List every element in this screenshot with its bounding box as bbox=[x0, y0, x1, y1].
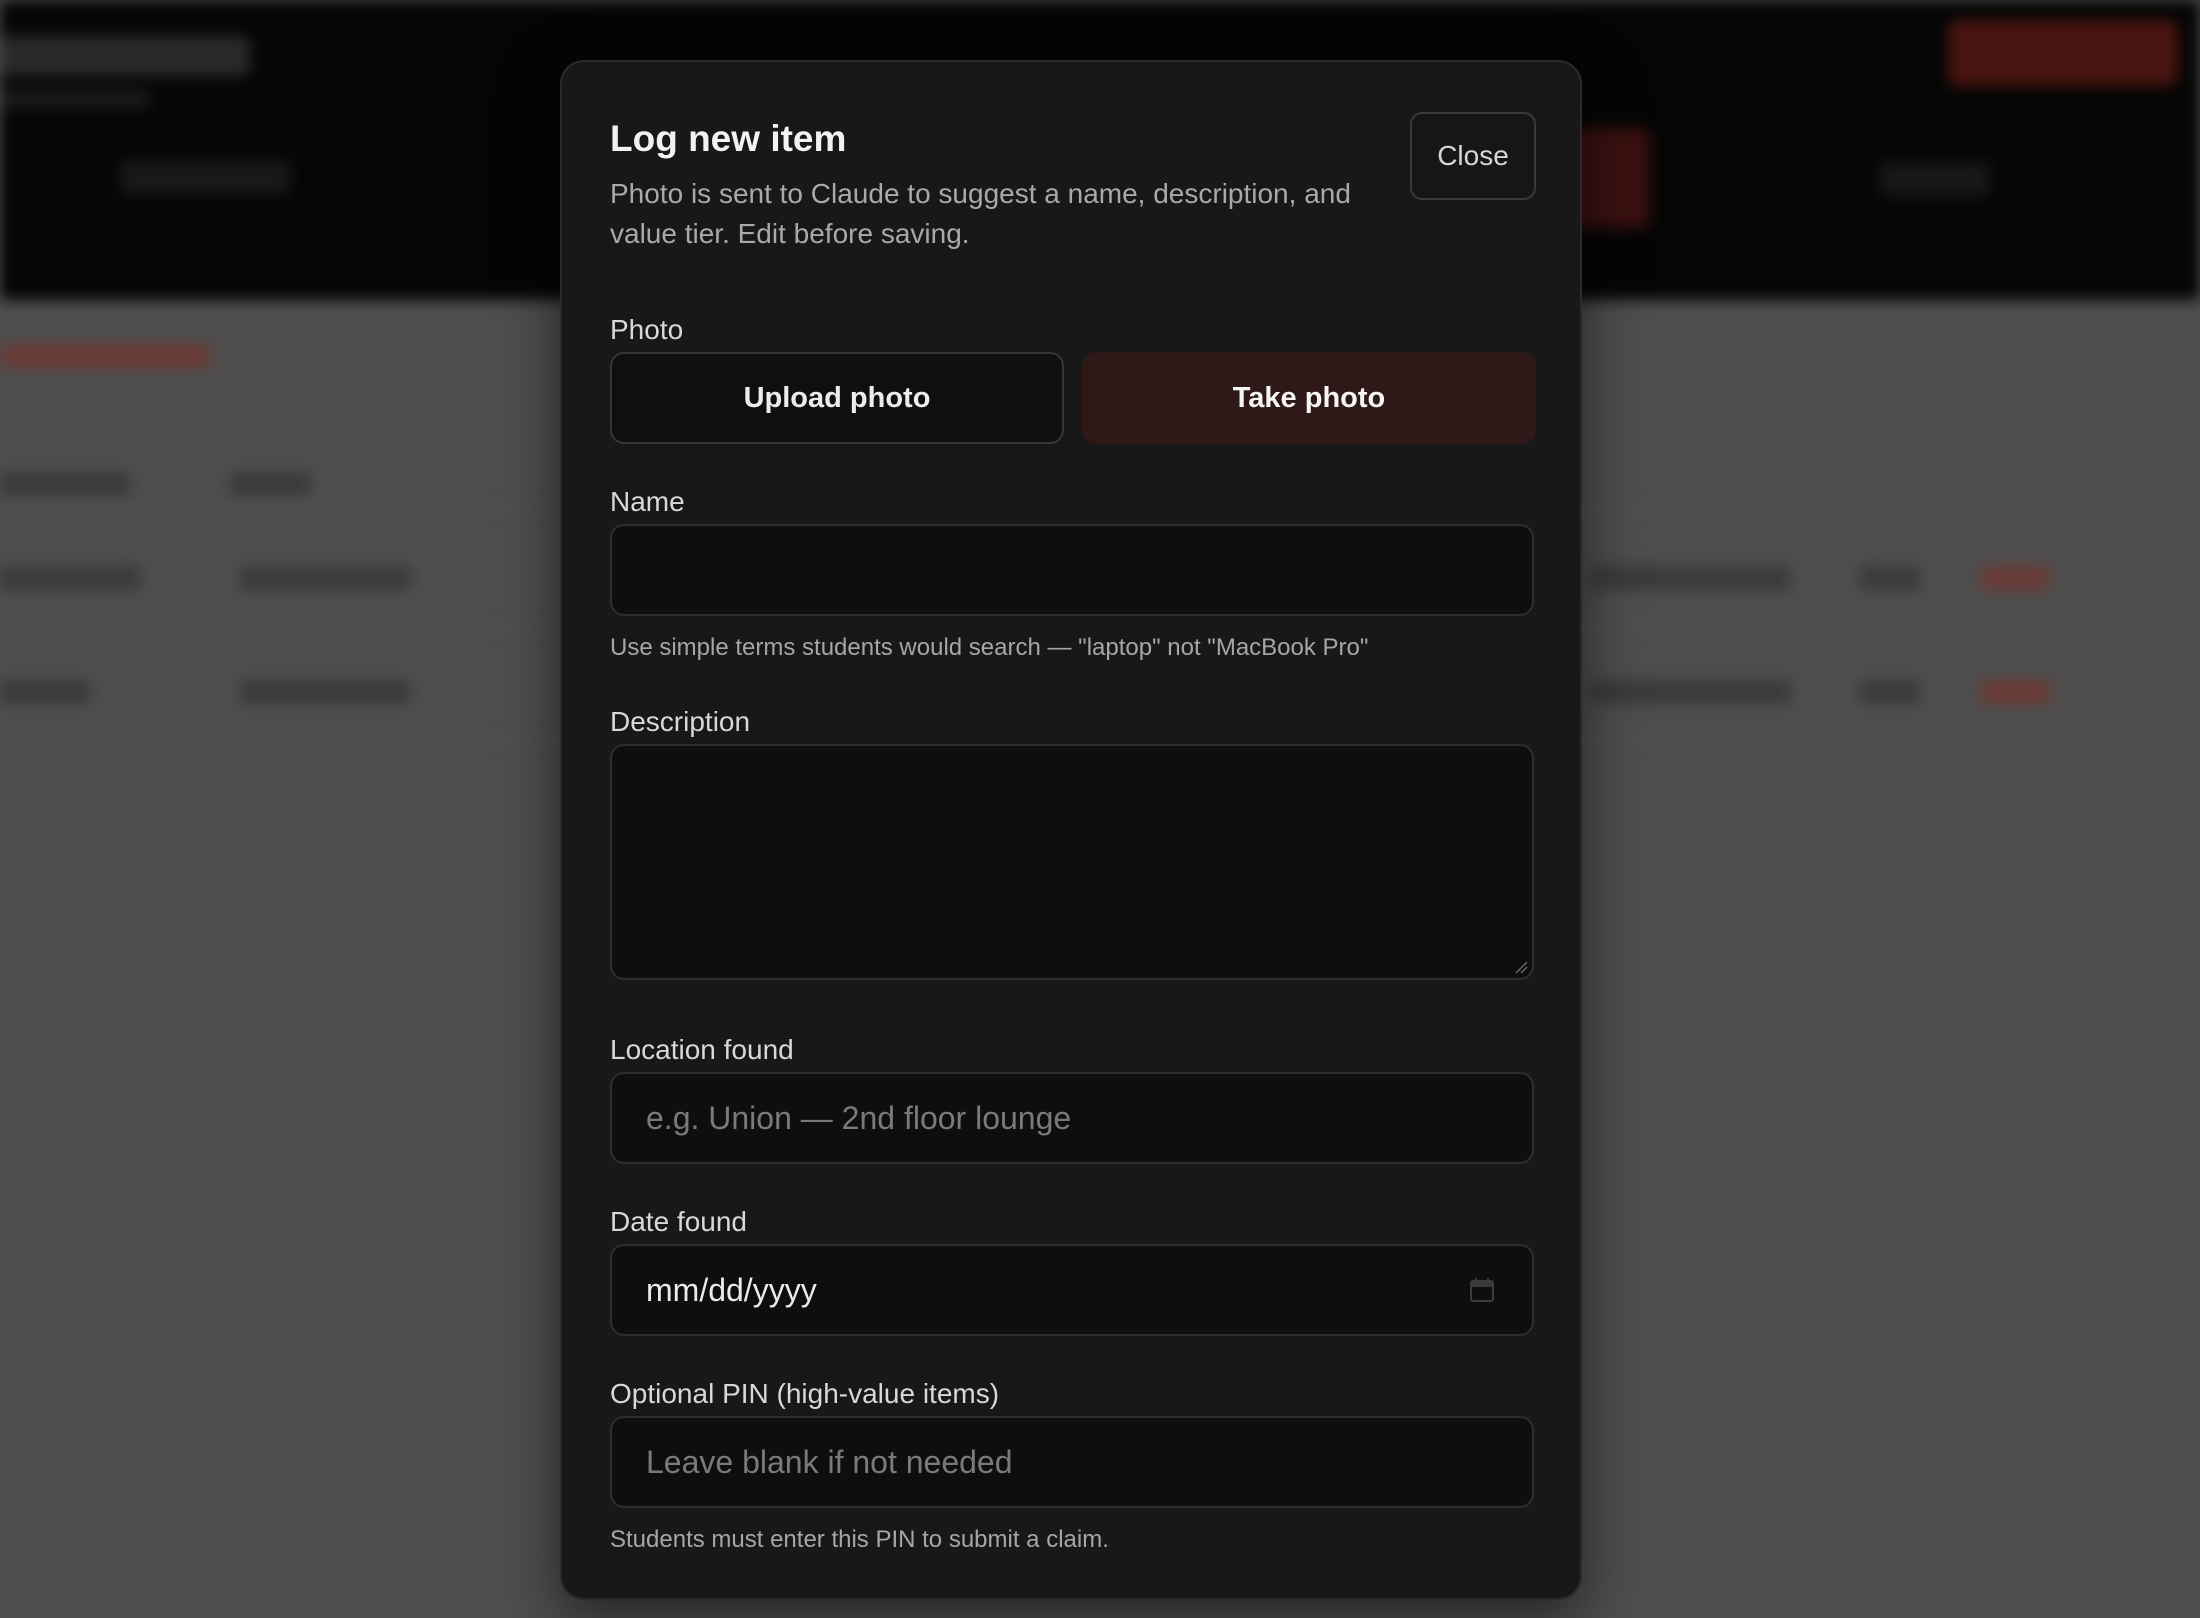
background-table-header bbox=[230, 472, 310, 496]
background-brand bbox=[0, 36, 250, 76]
background-table-cell bbox=[1860, 680, 1920, 704]
location-placeholder: e.g. Union — 2nd floor lounge bbox=[646, 1099, 1072, 1136]
pin-label: Optional PIN (high-value items) bbox=[610, 1378, 1000, 1409]
log-item-modal: Log new item Photo is sent to Claude to … bbox=[560, 60, 1582, 1600]
location-input[interactable]: e.g. Union — 2nd floor lounge bbox=[610, 1072, 1534, 1164]
background-table-cell bbox=[240, 566, 410, 590]
date-display: mm/dd/yyyy bbox=[646, 1271, 817, 1308]
background-nav-item bbox=[1880, 162, 1990, 196]
background-table-cell bbox=[0, 680, 90, 704]
background-table-cell bbox=[1590, 680, 1790, 704]
background-link bbox=[0, 344, 210, 368]
location-label: Location found bbox=[610, 1034, 794, 1065]
name-label: Name bbox=[610, 486, 685, 517]
background-brand-subtitle bbox=[0, 90, 150, 108]
close-button[interactable]: Close bbox=[1410, 112, 1536, 200]
name-input[interactable] bbox=[610, 524, 1534, 616]
background-table-header bbox=[0, 472, 130, 496]
date-input[interactable]: mm/dd/yyyy bbox=[610, 1244, 1534, 1336]
take-photo-button[interactable]: Take photo bbox=[1082, 352, 1536, 444]
background-table-cell bbox=[1860, 566, 1920, 590]
date-label: Date found bbox=[610, 1206, 747, 1237]
calendar-icon[interactable] bbox=[1468, 1276, 1496, 1304]
background-table-cell bbox=[1590, 566, 1790, 590]
background-table-cell bbox=[1980, 680, 2050, 704]
photo-label: Photo bbox=[610, 314, 684, 345]
pin-input[interactable]: Leave blank if not needed bbox=[610, 1416, 1534, 1508]
description-textarea[interactable] bbox=[610, 744, 1534, 980]
upload-photo-button[interactable]: Upload photo bbox=[610, 352, 1064, 444]
background-table-cell bbox=[1980, 566, 2050, 590]
resize-grip-icon[interactable] bbox=[1514, 960, 1528, 974]
background-table-cell bbox=[0, 566, 140, 590]
background-table-cell bbox=[240, 680, 410, 704]
background-nav-item bbox=[120, 160, 290, 194]
description-label: Description bbox=[610, 706, 751, 737]
pin-hint: Students must enter this PIN to submit a… bbox=[610, 1526, 1109, 1553]
background-action-button bbox=[1948, 20, 2178, 86]
modal-title: Log new item bbox=[610, 118, 847, 159]
name-hint: Use simple terms students would search —… bbox=[610, 634, 1369, 661]
pin-placeholder: Leave blank if not needed bbox=[646, 1443, 1013, 1480]
modal-subtitle: Photo is sent to Claude to suggest a nam… bbox=[610, 178, 1351, 249]
